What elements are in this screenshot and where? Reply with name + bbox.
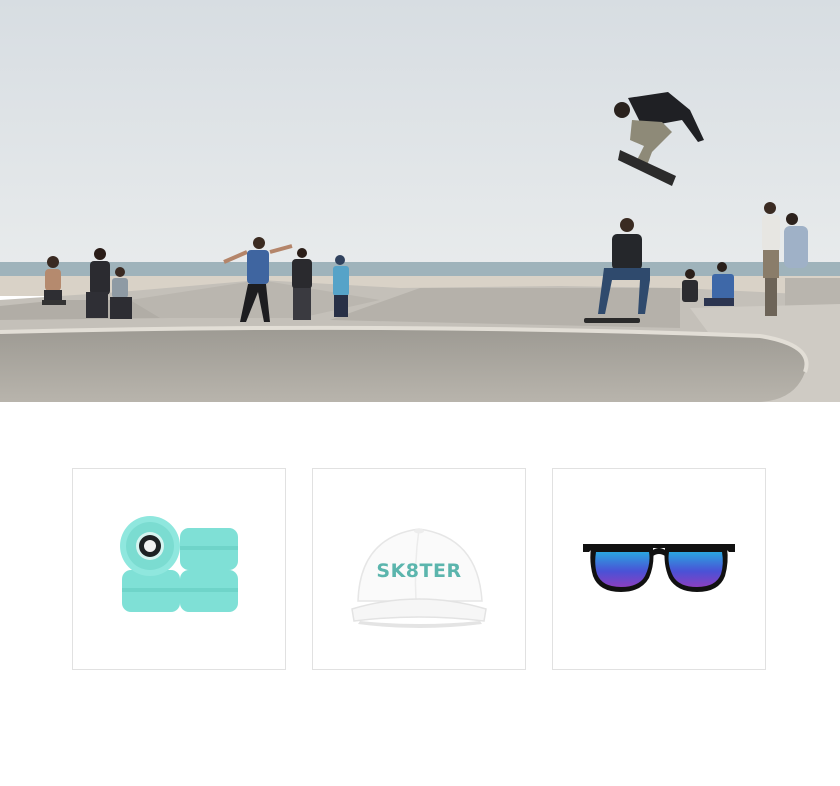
product-card-wheels[interactable]	[72, 468, 286, 670]
sky	[0, 0, 840, 270]
cap-icon: SK8TER	[351, 528, 487, 628]
hero-image	[0, 0, 840, 402]
skate-wheels-icon	[120, 516, 238, 612]
product-card-sunglasses[interactable]	[552, 468, 766, 670]
skate-park-scene	[0, 0, 840, 402]
sunglasses-icon	[583, 544, 735, 592]
cap-logo-text: SK8TER	[376, 560, 461, 582]
product-card-cap[interactable]: SK8TER	[312, 468, 526, 670]
skate-bowl	[0, 327, 807, 402]
